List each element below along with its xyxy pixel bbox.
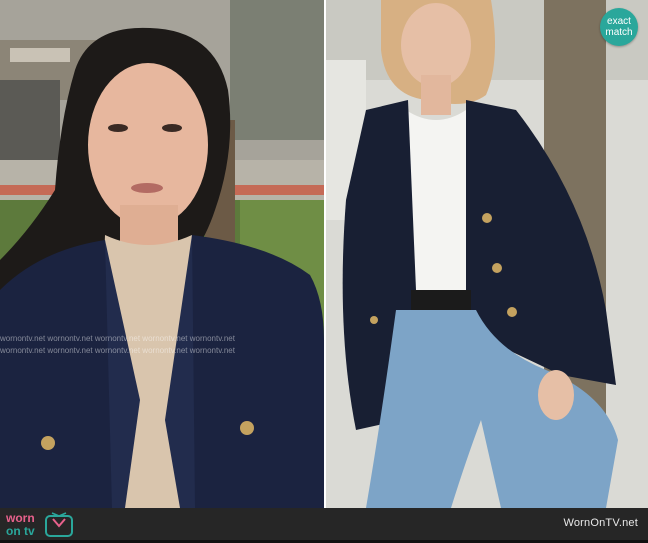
svg-text:worn: worn — [5, 511, 35, 525]
svg-text:on tv: on tv — [6, 524, 35, 538]
right-photo: exact match — [326, 0, 648, 508]
watermark-text: wornontv.net wornontv.net wornontv.net w… — [0, 334, 235, 343]
watermark-text: wornontv.net wornontv.net wornontv.net w… — [0, 346, 235, 355]
badge-line-1: exact — [607, 16, 631, 27]
left-photo-illustration — [0, 0, 324, 508]
wornontv-logo: worn on tv — [4, 510, 82, 538]
site-url: WornOnTV.net — [563, 517, 638, 529]
left-photo: wornontv.net wornontv.net wornontv.net w… — [0, 0, 324, 508]
badge-line-2: match — [605, 27, 633, 38]
exact-match-badge: exact match — [600, 8, 638, 46]
tv-icon: worn on tv — [5, 511, 73, 538]
footer-bar — [0, 508, 648, 540]
right-photo-illustration — [326, 0, 648, 508]
